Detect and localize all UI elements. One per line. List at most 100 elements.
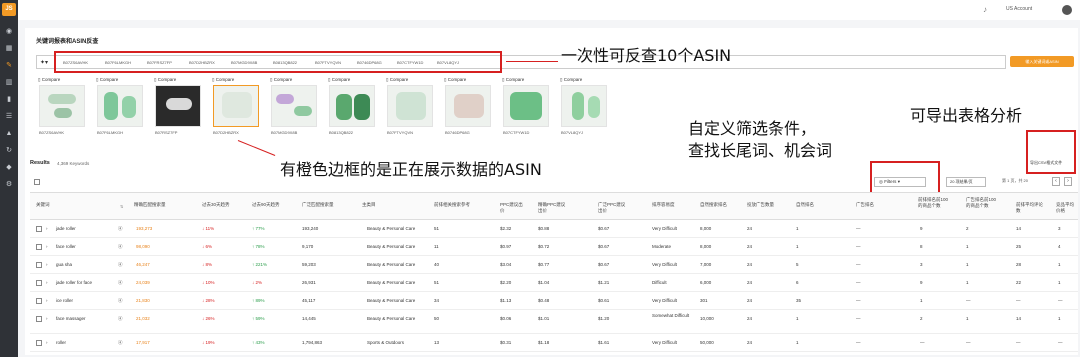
product-image[interactable]: [271, 85, 317, 127]
table-row[interactable]: › roller ⓐ 17,917 ↓ 19% ↑ 43% 1,794,863 …: [30, 334, 1078, 352]
keyword[interactable]: roller: [56, 340, 66, 345]
expand-icon[interactable]: ›: [46, 244, 48, 249]
expand-icon[interactable]: ›: [46, 340, 48, 345]
product-image[interactable]: [561, 85, 607, 127]
next-page-button[interactable]: ›: [1064, 177, 1072, 186]
prev-page-button[interactable]: ‹: [1052, 177, 1060, 186]
table-row[interactable]: › face roller ⓐ 98,090 ↓ 6% ↑ 78% 9,170 …: [30, 238, 1078, 256]
col-header[interactable]: 过去90天趋势: [252, 202, 280, 208]
keyword[interactable]: face massager: [56, 316, 86, 321]
product-image[interactable]: [387, 85, 433, 127]
col-header[interactable]: PPC建议出价: [500, 202, 524, 214]
settings-icon[interactable]: ⚙: [4, 181, 14, 189]
select-all-checkbox[interactable]: [34, 179, 40, 185]
col-header[interactable]: 精确PPC建议出价: [538, 202, 568, 214]
col-header[interactable]: 过去30天趋势: [202, 202, 230, 208]
amazon-icon[interactable]: ⓐ: [118, 244, 123, 250]
expand-icon[interactable]: ›: [46, 316, 48, 321]
expand-icon[interactable]: ›: [46, 262, 48, 267]
user-avatar[interactable]: [1062, 5, 1072, 15]
refresh-icon[interactable]: ↻: [4, 147, 14, 155]
col-header[interactable]: 前排相关搜索参考: [434, 202, 478, 208]
flag-icon[interactable]: ✦▾: [40, 59, 48, 66]
reverse-lookup-button[interactable]: 输入关键词或ASIN: [1010, 56, 1074, 67]
annotation-text: 自定义筛选条件，: [688, 119, 817, 138]
list-icon[interactable]: ☰: [4, 113, 14, 121]
logo[interactable]: JS: [2, 3, 16, 16]
keyword[interactable]: jade roller: [56, 226, 76, 231]
expand-icon[interactable]: ›: [46, 298, 48, 303]
product-tile[interactable]: ▯ Compare B0813QB822: [326, 77, 378, 143]
product-image[interactable]: [445, 85, 491, 127]
col-header[interactable]: 关键词: [36, 202, 50, 208]
amazon-icon[interactable]: ⓐ: [118, 340, 123, 346]
amazon-icon[interactable]: ⓐ: [118, 298, 123, 304]
product-tile[interactable]: ▯ Compare B0746DP68G: [442, 77, 494, 143]
product-image[interactable]: [97, 85, 143, 127]
bell-icon[interactable]: ♪: [983, 5, 987, 14]
col-header[interactable]: 排序容易度: [652, 202, 682, 208]
product-image[interactable]: [155, 85, 201, 127]
sort-icon[interactable]: ⇅: [120, 204, 123, 209]
row-checkbox[interactable]: [36, 262, 42, 268]
col-header[interactable]: 广泛匹配搜索量: [302, 202, 342, 208]
row-checkbox[interactable]: [36, 244, 42, 250]
account-menu[interactable]: US Account: [1006, 6, 1032, 12]
expand-icon[interactable]: ›: [46, 280, 48, 285]
grid-icon[interactable]: ▥: [4, 79, 14, 87]
table-row[interactable]: › ice roller ⓐ 21,830 ↓ 28% ↑ 89% 45,117…: [30, 292, 1078, 310]
table-row[interactable]: › jade roller for face ⓐ 24,039 ↓ 10% ↓ …: [30, 274, 1078, 292]
table-row[interactable]: › jade roller ⓐ 193,273 ↓ 11% ↑ 77% 193,…: [30, 220, 1078, 238]
product-image-selected[interactable]: [213, 85, 259, 127]
product-tile[interactable]: ▯ Compare B07ZS6AVHK: [36, 77, 88, 143]
table-row[interactable]: › face massager ⓐ 21,032 ↓ 26% ↑ 59% 14,…: [30, 310, 1078, 334]
col-header[interactable]: 前排排名前100的商品个数: [918, 197, 948, 209]
product-tile[interactable]: ▯ Compare B07FTVYQVN: [384, 77, 436, 143]
annotation-text: 有橙色边框的是正在展示数据的ASIN: [280, 160, 542, 179]
chart-icon[interactable]: ▦: [4, 45, 14, 53]
amazon-icon[interactable]: ⓐ: [118, 262, 123, 268]
tools-icon[interactable]: ✎: [4, 62, 14, 70]
product-image[interactable]: [39, 85, 85, 127]
product-tile[interactable]: ▯ Compare B07D2HBZRX: [210, 77, 262, 143]
col-header[interactable]: 投放广告数量: [747, 202, 777, 208]
amazon-icon[interactable]: ⓐ: [118, 280, 123, 286]
col-header[interactable]: 前排平均评论数: [1016, 202, 1044, 214]
product-tile[interactable]: ▯ Compare B07F6LMKGH: [94, 77, 146, 143]
keyword[interactable]: ice roller: [56, 298, 73, 303]
expand-icon[interactable]: ›: [46, 226, 48, 231]
row-checkbox[interactable]: [36, 298, 42, 304]
product-image[interactable]: [329, 85, 375, 127]
row-checkbox[interactable]: [36, 226, 42, 232]
col-header[interactable]: 自然排名: [796, 202, 826, 208]
col-header[interactable]: 广告排名: [856, 202, 886, 208]
cap-icon[interactable]: ▲: [4, 130, 14, 138]
row-checkbox[interactable]: [36, 316, 42, 322]
row-checkbox[interactable]: [36, 280, 42, 286]
row-checkbox[interactable]: [36, 340, 42, 346]
table-row[interactable]: › gua sha ⓐ 46,247 ↓ 8% ↑ 221% 59,203 Be…: [30, 256, 1078, 274]
keyword[interactable]: jade roller for face: [56, 280, 92, 285]
per-page-select[interactable]: 20 项结果/页: [946, 177, 986, 187]
product-image[interactable]: [503, 85, 549, 127]
keyword[interactable]: face roller: [56, 244, 76, 249]
col-header[interactable]: 广泛PPC建议出价: [598, 202, 628, 214]
product-tile[interactable]: ▯ Compare B07VL8QYJ: [558, 77, 610, 143]
keyword[interactable]: gua sha: [56, 262, 72, 267]
product-tile[interactable]: ▯ Compare B07CTFYW1D: [500, 77, 552, 143]
amazon-icon[interactable]: ⓐ: [118, 226, 123, 232]
amazon-icon[interactable]: ⓐ: [118, 316, 123, 322]
col-header[interactable]: 主类目: [362, 202, 376, 208]
bars-icon[interactable]: ▮: [4, 96, 14, 104]
product-tile[interactable]: ▯ Compare B07RSZ7FP: [152, 77, 204, 143]
col-header[interactable]: 竞品平均价格: [1056, 202, 1078, 214]
export-csv-button[interactable]: 导出CSV格式文件: [1030, 160, 1062, 166]
badge-icon[interactable]: ◆: [4, 164, 14, 172]
col-header[interactable]: 自然搜索排名: [700, 202, 730, 208]
col-header[interactable]: 精确匹配搜索量: [134, 202, 168, 208]
filters-dropdown[interactable]: ◎ Filters ▾: [874, 177, 926, 187]
product-asin: B07MGD9X8B: [271, 130, 298, 135]
product-tile[interactable]: ▯ Compare B07MGD9X8B: [268, 77, 320, 143]
dashboard-icon[interactable]: ◉: [4, 28, 14, 36]
col-header[interactable]: 广告排名前100的商品个数: [966, 197, 996, 209]
